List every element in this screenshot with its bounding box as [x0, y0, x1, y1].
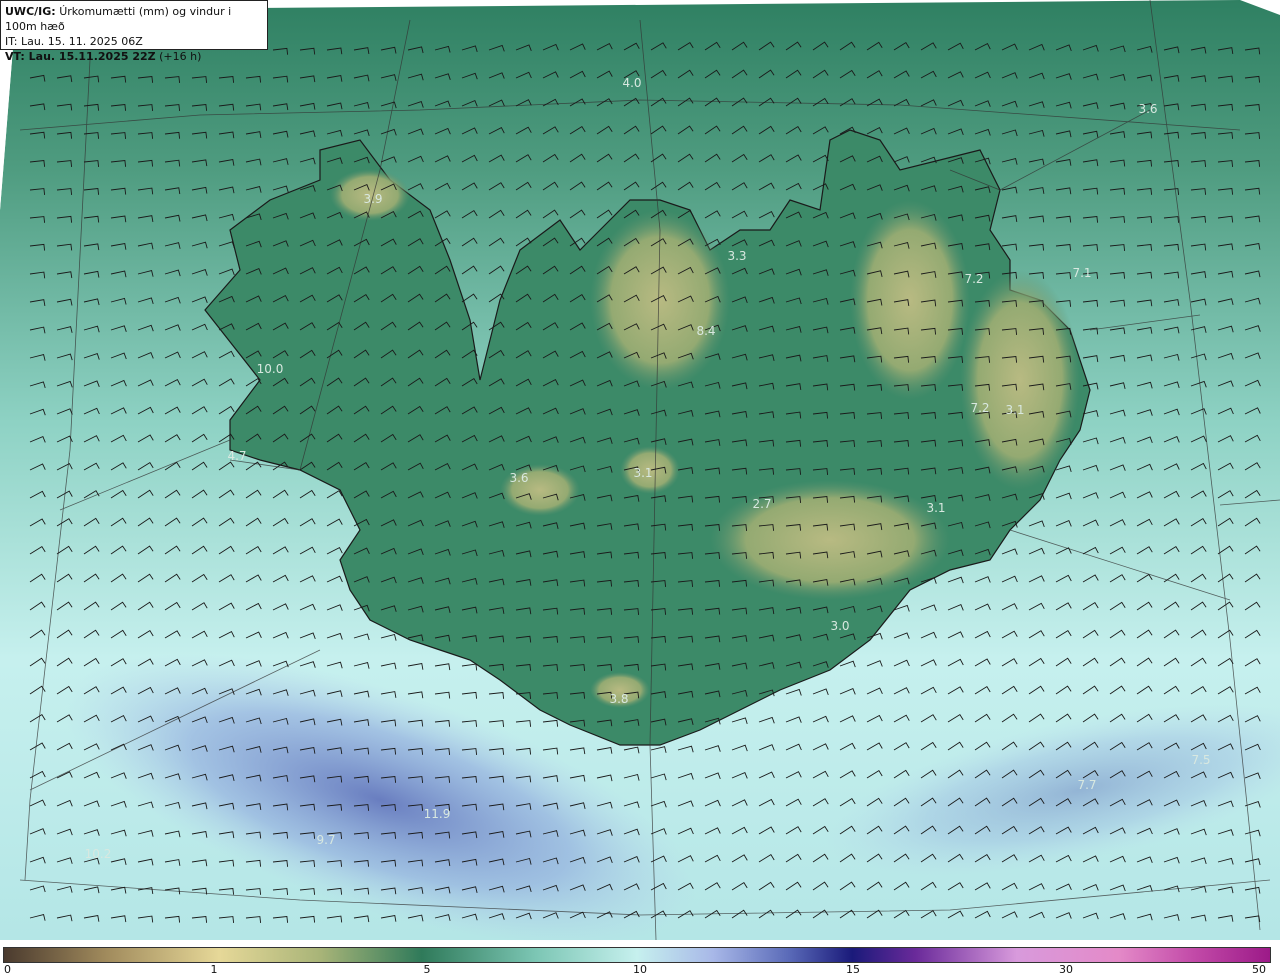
map-value-label: 3.6	[509, 471, 528, 485]
colorbar	[3, 947, 1271, 963]
valid-time: VT: Lau. 15.11.2025 22Z	[5, 50, 156, 63]
map-value-label: 3.9	[363, 192, 382, 206]
map-value-label: 3.0	[830, 619, 849, 633]
colorbar-tick: 0	[4, 963, 11, 976]
precipitation-wind-map: 4.0 3.6 3.9 3.3 7.2 7.1 8.4 10.0 7.2 3.1…	[0, 0, 1280, 947]
map-value-label: 3.1	[926, 501, 945, 515]
map-value-label: 3.1	[1005, 403, 1024, 417]
map-value-label: 4.0	[622, 76, 641, 90]
map-value-label: 3.1	[633, 466, 652, 480]
map-title-box: UWC/IG: Úrkomumætti (mm) og vindur i 100…	[0, 0, 268, 63]
map-value-label: 8.4	[696, 324, 715, 338]
colorbar-tick: 10	[633, 963, 647, 976]
colorbar-tick: 50	[1252, 963, 1266, 976]
map-value-label: 2.7	[752, 497, 771, 511]
colorbar-tick: 5	[423, 963, 431, 976]
map-value-label: 11.9	[424, 807, 451, 821]
map-value-label: 7.5	[1191, 753, 1210, 767]
map-value-label: 7.1	[1072, 266, 1091, 280]
map-value-label: 7.7	[1077, 778, 1096, 792]
highland-northeast	[850, 200, 970, 400]
map-value-label: 3.3	[727, 249, 746, 263]
colorbar-tick: 30	[1059, 963, 1073, 976]
initial-time: IT: Lau. 15. 11. 2025 06Z	[5, 35, 143, 48]
map-value-label: 10.2	[85, 847, 112, 861]
map-value-label: 10.0	[257, 362, 284, 376]
map-value-label: 9.7	[316, 833, 335, 847]
map-value-label: 3.6	[1138, 102, 1157, 116]
highland-east	[960, 270, 1080, 490]
map-value-label: 7.2	[964, 272, 983, 286]
lead-time: (+16 h)	[159, 50, 202, 63]
model-label: UWC/IG:	[5, 5, 56, 18]
map-value-label: 7.2	[970, 401, 989, 415]
colorbar-legend: 0 1 5 10 15 30 50	[0, 947, 1280, 978]
colorbar-tick: 15	[846, 963, 860, 976]
map-value-label: 3.8	[609, 692, 628, 706]
map-value-label: 4.7	[227, 449, 246, 463]
colorbar-tick: 1	[210, 963, 218, 976]
